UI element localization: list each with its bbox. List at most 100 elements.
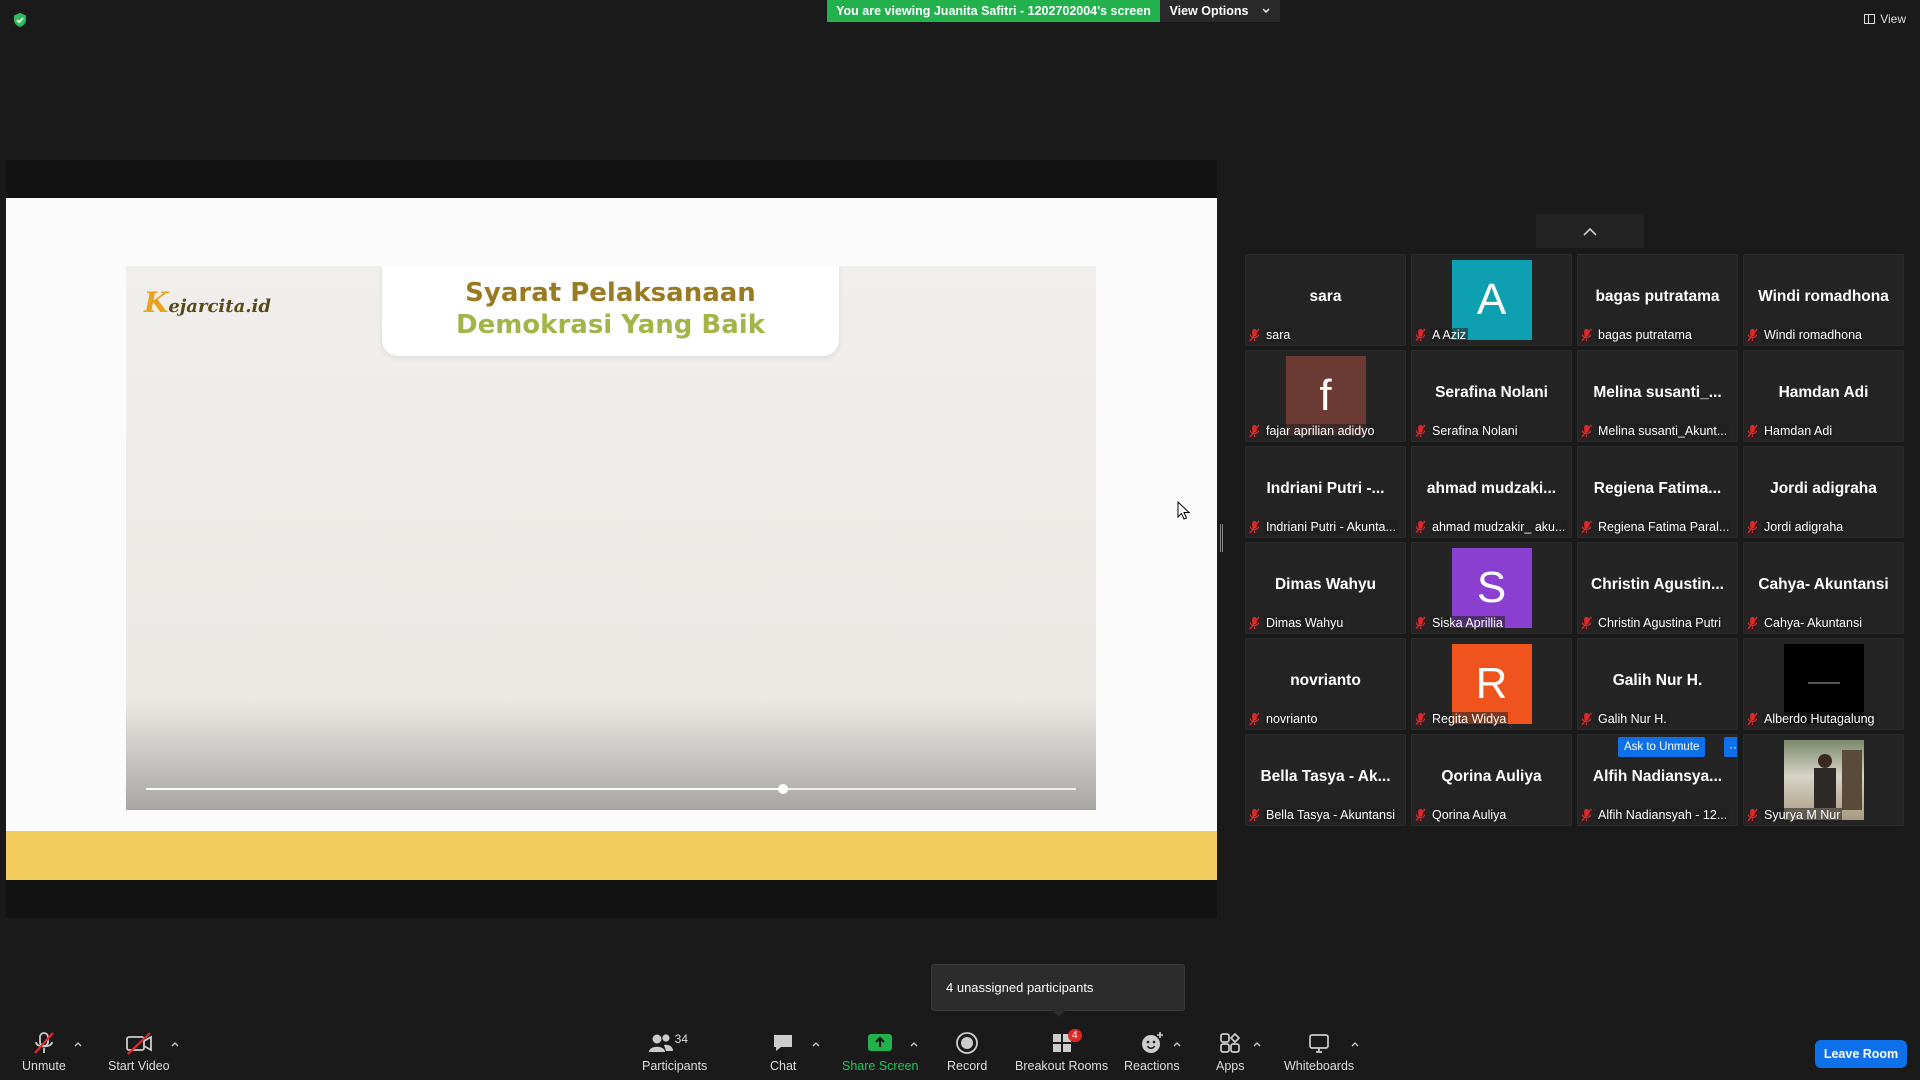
participant-display-name: Jordi adigraha [1770,480,1877,497]
reactions-icon [1139,1029,1165,1057]
participant-tile[interactable]: R Regita Widya [1411,638,1572,730]
participant-tile[interactable]: bagas putratama bagas putratama [1577,254,1738,346]
mic-muted-icon [1581,328,1592,342]
whiteboards-button[interactable]: Whiteboards [1284,1029,1354,1073]
participant-footer: Jordi adigraha [1747,519,1900,535]
mic-muted-icon [1747,520,1758,534]
participant-tile[interactable]: Christin Agustin... Christin Agustina Put… [1577,542,1738,634]
embedded-video[interactable]: Kejarcita.id Syarat Pelaksanaan Demokras… [126,266,1096,810]
mic-muted-icon [1249,712,1260,726]
participant-tile[interactable]: Galih Nur H. Galih Nur H. [1577,638,1738,730]
chevron-up-icon [1583,227,1597,236]
ask-to-unmute-button[interactable]: Ask to Unmute [1618,737,1706,757]
participant-tile[interactable]: AA Aziz [1411,254,1572,346]
mic-muted-icon [1249,616,1260,630]
mic-muted-icon [1249,424,1260,438]
participant-tile[interactable]: Qorina Auliya Qorina Auliya [1411,734,1572,826]
participant-footer: Syurya M Nur [1747,807,1900,823]
participant-tile[interactable]: f fajar aprilian adidyo [1245,350,1406,442]
mic-muted-icon [1747,808,1758,822]
audio-options-caret-icon[interactable] [74,1040,82,1048]
kejarcita-logo: Kejarcita.id [144,286,271,319]
participant-tile[interactable]: Alfih Nadiansya... Ask to Unmute ··· Alfih … [1577,734,1738,826]
mic-muted-icon [1581,424,1592,438]
participant-tile[interactable]: Jordi adigraha Jordi adigraha [1743,446,1904,538]
participant-name: Cahya- Akuntansi [1762,616,1864,630]
video-progress-knob[interactable] [778,784,789,794]
participant-display-name: Galih Nur H. [1612,672,1703,689]
leave-room-button[interactable]: Leave Room [1815,1040,1907,1068]
more-options-button[interactable]: ··· [1724,737,1737,757]
record-label: Record [947,1059,988,1073]
participant-footer: Siska Aprillia [1415,615,1568,631]
participant-name: Indriani Putri - Akunta... [1264,520,1398,534]
participant-display-name: Cahya- Akuntansi [1758,576,1889,593]
reactions-button[interactable]: Reactions [1124,1029,1180,1073]
leave-room-label: Leave Room [1823,1047,1899,1061]
chat-button[interactable]: Chat [770,1029,796,1073]
breakout-rooms-label: Breakout Rooms [1015,1059,1109,1073]
view-button[interactable]: View [1864,12,1906,26]
participant-tile[interactable]: Cahya- Akuntansi Cahya- Akuntansi [1743,542,1904,634]
video-progress-fill [146,788,784,790]
encryption-shield-icon[interactable] [12,12,28,28]
record-button[interactable]: Record [947,1029,987,1073]
breakout-rooms-button[interactable]: 4 Breakout Rooms [1015,1029,1108,1073]
chat-label: Chat [770,1059,797,1073]
participant-display-name: bagas putratama [1595,288,1720,305]
mic-muted-icon [1415,520,1426,534]
video-frame-content [1807,682,1840,684]
participant-tile[interactable]: Dimas Wahyu Dimas Wahyu [1245,542,1406,634]
chat-icon [771,1029,795,1057]
share-options-caret-icon[interactable] [910,1040,918,1048]
start-video-label: Start Video [108,1059,170,1073]
unmute-label: Unmute [22,1059,66,1073]
participant-footer: A Aziz [1415,327,1568,343]
chevron-down-icon [1262,8,1270,13]
whiteboards-options-caret-icon[interactable] [1351,1040,1359,1048]
participant-tile[interactable]: Regiena Fatima... Regiena Fatima Paral... [1577,446,1738,538]
participant-tile[interactable]: Melina susanti_... Melina susanti_Akunt..… [1577,350,1738,442]
gallery-page-up-button[interactable] [1536,214,1644,248]
participant-name: Alfih Nadiansyah - 12... [1596,808,1730,822]
mic-muted-icon [1415,328,1426,342]
unmute-button[interactable]: Unmute [22,1029,66,1073]
mic-muted-icon [1581,616,1592,630]
start-video-button[interactable]: Start Video [108,1029,170,1073]
participant-tile[interactable]: sara sara [1245,254,1406,346]
participant-footer: novrianto [1249,711,1402,727]
split-view-resize-handle[interactable] [1220,524,1223,552]
participant-tile[interactable]: Bella Tasya - Ak... Bella Tasya - Akuntan… [1245,734,1406,826]
apps-options-caret-icon[interactable] [1253,1040,1261,1048]
mic-muted-icon [1415,712,1426,726]
view-options-button[interactable]: View Options [1160,0,1280,22]
participant-tile[interactable]: ahmad mudzaki... ahmad mudzakir_ aku... [1411,446,1572,538]
viewing-screen-banner: You are viewing Juanita Safitri - 120270… [827,0,1160,22]
participant-name: Hamdan Adi [1762,424,1835,438]
participant-tile[interactable]: novrianto novrianto [1245,638,1406,730]
video-off-icon [124,1029,154,1057]
participants-button[interactable]: 34 Participants [642,1029,707,1073]
breakout-rooms-icon: 4 [1050,1029,1082,1057]
participant-name: ahmad mudzakir_ aku... [1430,520,1568,534]
video-frame-shelf [1841,750,1862,810]
participant-footer: fajar aprilian adidyo [1249,423,1402,439]
chat-options-caret-icon[interactable] [812,1040,820,1048]
participant-tile[interactable]: Alberdo Hutagalung [1743,638,1904,730]
video-options-caret-icon[interactable] [171,1040,179,1048]
participant-tile[interactable]: Hamdan Adi Hamdan Adi [1743,350,1904,442]
video-progress-bar[interactable] [146,784,1076,794]
share-screen-button[interactable]: Share Screen [842,1029,918,1073]
participant-tile[interactable]: S Siska Aprillia [1411,542,1572,634]
participant-name: Melina susanti_Akunt... [1596,424,1730,438]
participant-tile[interactable]: Windi romadhona Windi romadhona [1743,254,1904,346]
participant-name: A Aziz [1430,328,1469,342]
participant-tile[interactable]: Syurya M Nur [1743,734,1904,826]
participant-tile[interactable]: Indriani Putri -... Indriani Putri - Akun… [1245,446,1406,538]
reactions-options-caret-icon[interactable] [1173,1040,1181,1048]
unassigned-participants-toast[interactable]: 4 unassigned participants [931,964,1185,1017]
participant-footer: Alfih Nadiansyah - 12... [1581,807,1734,823]
apps-button[interactable]: Apps [1216,1029,1245,1073]
mic-muted-icon [1747,424,1758,438]
participant-tile[interactable]: Serafina Nolani Serafina Nolani [1411,350,1572,442]
